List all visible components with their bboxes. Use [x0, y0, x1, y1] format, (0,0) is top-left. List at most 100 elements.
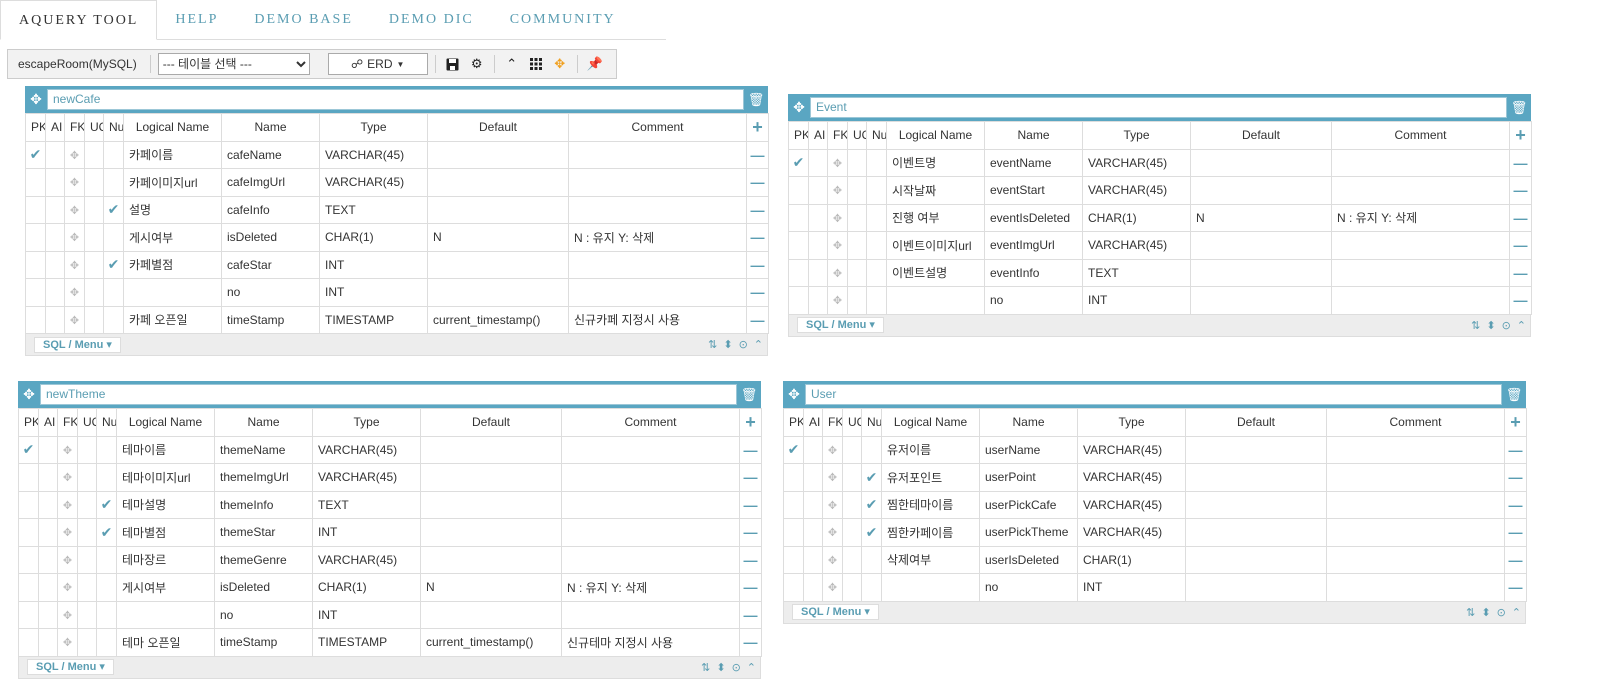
comment-cell[interactable]: [1331, 258, 1510, 287]
null-cell[interactable]: ✔: [861, 463, 882, 492]
fk-cell[interactable]: ✥: [57, 463, 78, 492]
uq-cell[interactable]: [84, 250, 104, 279]
remove-row-icon[interactable]: —: [1514, 155, 1528, 171]
null-cell[interactable]: [866, 231, 887, 260]
pk-cell[interactable]: [18, 518, 39, 547]
default-cell[interactable]: [1190, 148, 1332, 177]
null-cell[interactable]: [103, 140, 124, 169]
logical-name-cell[interactable]: [123, 278, 222, 307]
remove-row-icon[interactable]: —: [1509, 469, 1523, 485]
name-cell[interactable]: cafeImgUrl: [221, 168, 320, 197]
fk-cell[interactable]: ✥: [827, 148, 848, 177]
sort-icon[interactable]: ⇅: [1471, 319, 1480, 332]
fk-cell[interactable]: ✥: [827, 231, 848, 260]
gear-icon[interactable]: ⚙: [467, 53, 487, 75]
order-icon[interactable]: ⬍: [1486, 319, 1495, 332]
name-cell[interactable]: themeGenre: [214, 545, 313, 574]
type-cell[interactable]: CHAR(1): [319, 223, 428, 252]
ai-cell[interactable]: [808, 203, 828, 232]
logical-name-cell[interactable]: 시작날짜: [886, 176, 985, 205]
type-cell[interactable]: VARCHAR(45): [1082, 148, 1191, 177]
pk-cell[interactable]: [783, 518, 804, 547]
type-cell[interactable]: VARCHAR(45): [312, 463, 421, 492]
remove-row-icon[interactable]: —: [1514, 265, 1528, 281]
default-cell[interactable]: [1185, 518, 1327, 547]
default-cell[interactable]: [420, 545, 562, 574]
default-cell[interactable]: [427, 168, 569, 197]
type-cell[interactable]: INT: [312, 518, 421, 547]
fk-cell[interactable]: ✥: [57, 490, 78, 519]
pk-cell[interactable]: [25, 195, 46, 224]
fk-cell[interactable]: ✥: [57, 628, 78, 657]
name-cell[interactable]: timeStamp: [221, 305, 320, 334]
ai-cell[interactable]: [45, 140, 65, 169]
comment-icon[interactable]: ⊙: [1502, 319, 1511, 332]
remove-row-icon[interactable]: —: [751, 312, 765, 328]
pk-cell[interactable]: [788, 286, 809, 315]
type-cell[interactable]: VARCHAR(45): [1077, 463, 1186, 492]
comment-cell[interactable]: [568, 195, 747, 224]
uq-cell[interactable]: [84, 195, 104, 224]
default-cell[interactable]: current_timestamp(): [420, 628, 562, 657]
name-cell[interactable]: no: [214, 600, 313, 629]
name-cell[interactable]: themeStar: [214, 518, 313, 547]
remove-row-icon[interactable]: —: [751, 229, 765, 245]
fk-link-icon[interactable]: ✥: [63, 610, 72, 622]
default-cell[interactable]: [1190, 231, 1332, 260]
fk-cell[interactable]: ✥: [827, 286, 848, 315]
fk-link-icon[interactable]: ✥: [833, 295, 842, 307]
add-row-icon[interactable]: +: [1510, 412, 1521, 432]
comment-cell[interactable]: [1326, 545, 1505, 574]
name-cell[interactable]: cafeInfo: [221, 195, 320, 224]
pk-cell[interactable]: [783, 573, 804, 602]
comment-cell[interactable]: N : 유지 Y: 삭제: [1331, 203, 1510, 232]
type-cell[interactable]: VARCHAR(45): [319, 168, 428, 197]
uq-cell[interactable]: [77, 435, 97, 464]
remove-row-icon[interactable]: —: [1514, 292, 1528, 308]
move-icon[interactable]: ✥: [28, 91, 44, 108]
ai-cell[interactable]: [38, 463, 58, 492]
remove-row-icon[interactable]: —: [744, 607, 758, 623]
remove-row-icon[interactable]: —: [751, 174, 765, 190]
comment-cell[interactable]: N : 유지 Y: 삭제: [561, 573, 740, 602]
name-cell[interactable]: eventIsDeleted: [984, 203, 1083, 232]
name-cell[interactable]: themeName: [214, 435, 313, 464]
logical-name-cell[interactable]: 테마설명: [116, 490, 215, 519]
comment-cell[interactable]: [561, 545, 740, 574]
fk-link-icon[interactable]: ✥: [833, 185, 842, 197]
uq-cell[interactable]: [842, 573, 862, 602]
pk-cell[interactable]: ✔: [788, 148, 809, 177]
pk-cell[interactable]: [788, 176, 809, 205]
ai-cell[interactable]: [803, 463, 823, 492]
sort-icon[interactable]: ⇅: [1466, 606, 1475, 619]
default-cell[interactable]: [427, 250, 569, 279]
default-cell[interactable]: [427, 140, 569, 169]
null-cell[interactable]: [866, 148, 887, 177]
null-cell[interactable]: ✔: [96, 490, 117, 519]
fk-link-icon[interactable]: ✥: [63, 500, 72, 512]
logical-name-cell[interactable]: 유저포인트: [881, 463, 980, 492]
tab-aquery-tool[interactable]: AQUERY TOOL: [0, 0, 158, 40]
default-cell[interactable]: [427, 278, 569, 307]
uq-cell[interactable]: [847, 231, 867, 260]
default-cell[interactable]: [1185, 490, 1327, 519]
sort-icon[interactable]: ⇅: [708, 338, 717, 351]
comment-cell[interactable]: [1326, 490, 1505, 519]
null-cell[interactable]: [96, 600, 117, 629]
trash-icon[interactable]: 🗑: [1510, 100, 1528, 116]
ai-cell[interactable]: [803, 545, 823, 574]
comment-cell[interactable]: [1331, 176, 1510, 205]
collapse-icon[interactable]: ⌃: [747, 661, 756, 674]
fk-cell[interactable]: ✥: [57, 573, 78, 602]
logical-name-cell[interactable]: 테마이미지url: [116, 463, 215, 492]
null-cell[interactable]: [96, 628, 117, 657]
add-row-icon[interactable]: +: [752, 117, 763, 137]
logical-name-cell[interactable]: 진행 여부: [886, 203, 985, 232]
order-icon[interactable]: ⬍: [723, 338, 732, 351]
remove-row-icon[interactable]: —: [744, 497, 758, 513]
fk-cell[interactable]: ✥: [57, 518, 78, 547]
default-cell[interactable]: [420, 463, 562, 492]
ai-cell[interactable]: [803, 435, 823, 464]
uq-cell[interactable]: [847, 286, 867, 315]
fk-link-icon[interactable]: ✥: [70, 205, 79, 217]
